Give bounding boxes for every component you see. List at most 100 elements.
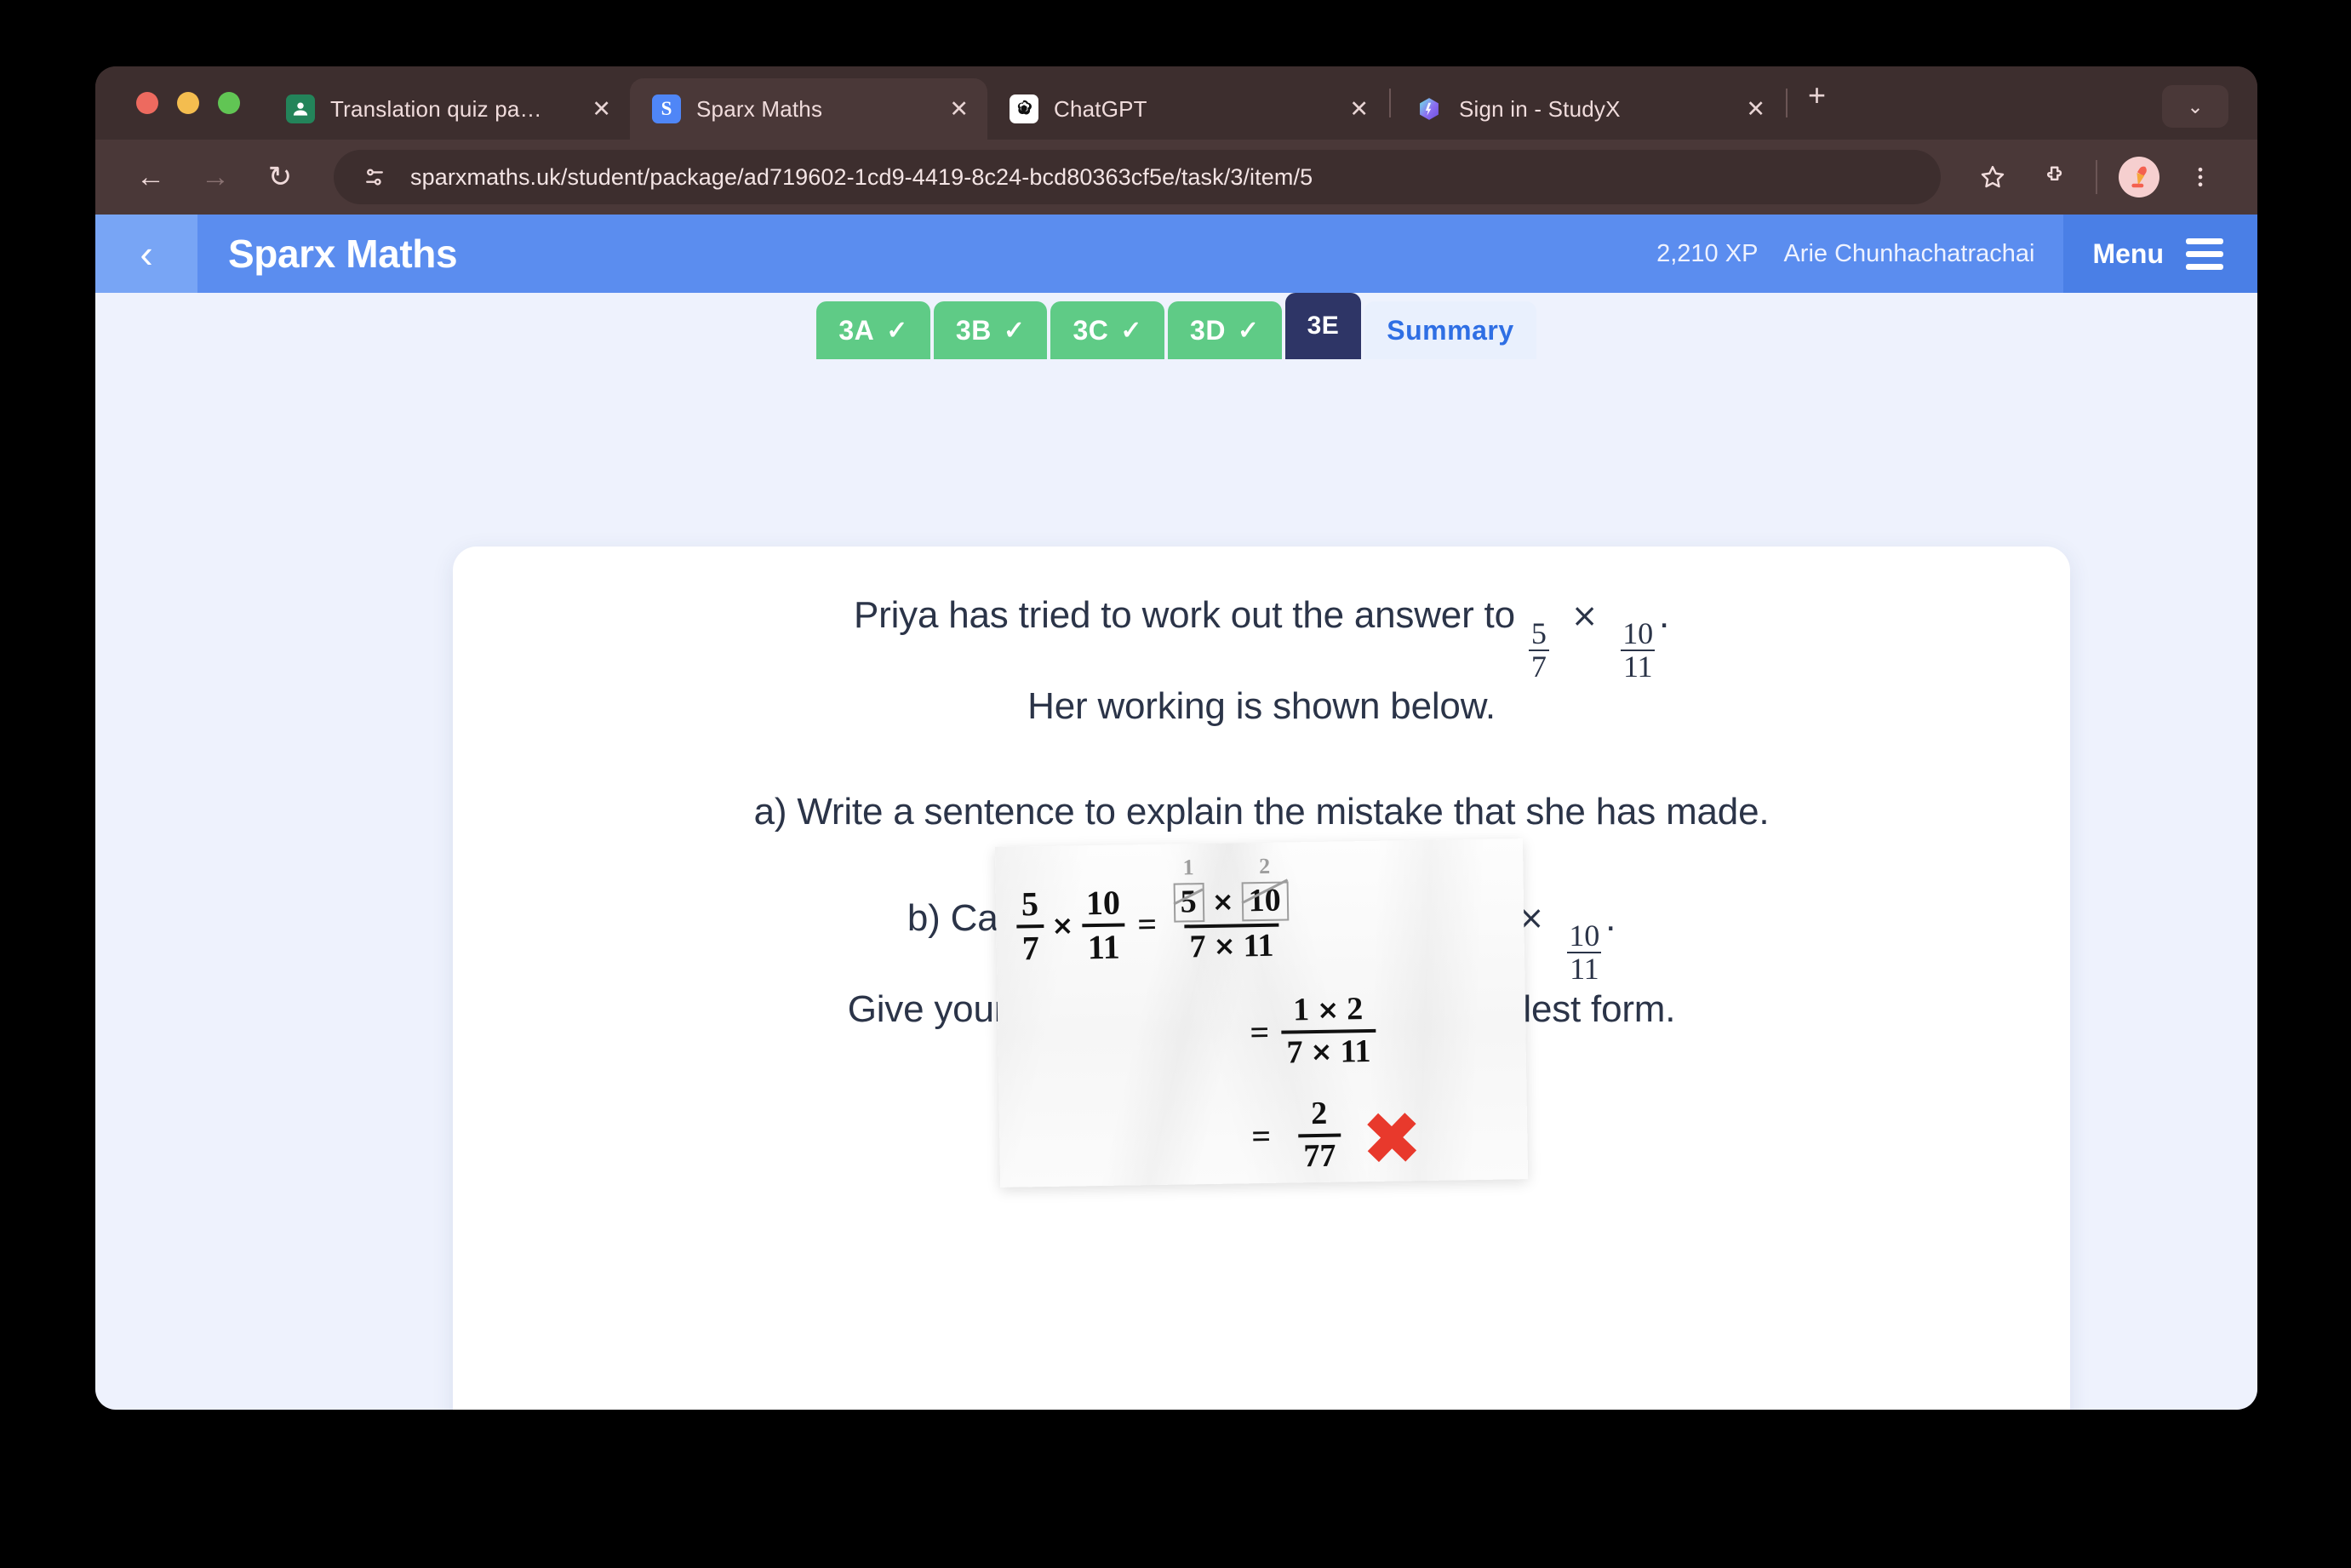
- browser-tab-chatgpt[interactable]: ChatGPT ✕: [987, 78, 1387, 140]
- address-bar[interactable]: sparxmaths.uk/student/package/ad719602-1…: [334, 150, 1941, 204]
- bookmark-star-icon[interactable]: [1965, 149, 2021, 205]
- cancel-note-two: 2: [1258, 853, 1271, 879]
- fraction-denominator: 11: [1620, 649, 1656, 683]
- question-intro: Priya has tried to work out the answer t…: [453, 591, 2070, 731]
- step-label: Summary: [1387, 314, 1514, 346]
- app-brand-title: Sparx Maths: [228, 232, 458, 276]
- den-second: 11: [1243, 927, 1274, 964]
- forward-button[interactable]: →: [186, 147, 245, 207]
- cancel-note-one: 1: [1182, 855, 1194, 880]
- fraction-denominator: 7 × 11: [1184, 923, 1279, 964]
- step-tab-3c[interactable]: 3C ✓: [1050, 301, 1165, 359]
- fraction-numerator: 10: [1569, 918, 1600, 953]
- step-label: 3E: [1307, 312, 1340, 340]
- question-intro-period: .: [1658, 594, 1669, 636]
- step-tab-3b[interactable]: 3B ✓: [933, 301, 1048, 359]
- toolbar-divider: [2096, 160, 2097, 194]
- working-line-1: 5 7 × 10 11 = 5 1 × 10 2 7 × 11: [1016, 854, 1295, 967]
- close-window-button[interactable]: [136, 92, 158, 114]
- step-tab-3d[interactable]: 3D ✓: [1168, 301, 1282, 359]
- den-first: 7: [1189, 928, 1206, 964]
- app-back-button[interactable]: ‹: [95, 215, 197, 293]
- step-label: 3B: [955, 314, 992, 346]
- profile-avatar-button[interactable]: [2111, 149, 2167, 205]
- browser-tab-translation-quiz[interactable]: Translation quiz part 2 ✕: [264, 78, 630, 140]
- cancelled-five-value: 5: [1180, 884, 1198, 920]
- hamburger-icon: [2186, 237, 2223, 270]
- close-tab-icon[interactable]: ✕: [1712, 98, 1765, 121]
- multiply-icon: ×: [1310, 1036, 1333, 1068]
- sparx-icon: S: [652, 94, 681, 123]
- task-step-tabs: 3A ✓ 3B ✓ 3C ✓ 3D ✓ 3E Summary: [95, 293, 2257, 359]
- browser-tab-studyx[interactable]: Sign in - StudyX ✕: [1393, 78, 1784, 140]
- close-tab-icon[interactable]: ✕: [1315, 98, 1369, 121]
- question-part-b-period: .: [1605, 896, 1616, 939]
- menu-button[interactable]: Menu: [2063, 215, 2257, 293]
- num-first: 1: [1292, 992, 1310, 1028]
- cancelled-ten: 10 2: [1241, 854, 1290, 921]
- working-line-3: = 2 77 ✖: [1239, 1096, 1423, 1182]
- step-label: 3D: [1190, 314, 1226, 346]
- maximize-window-button[interactable]: [218, 92, 240, 114]
- check-icon: ✓: [1003, 316, 1026, 345]
- minimize-window-button[interactable]: [177, 92, 199, 114]
- fraction-five-sevenths: 5 7: [1528, 615, 1549, 683]
- multiply-icon: ×: [1211, 886, 1234, 918]
- fraction-denominator: 11: [1082, 923, 1125, 966]
- menu-label: Menu: [2092, 237, 2164, 269]
- tab-title: Sign in - StudyX: [1459, 95, 1621, 122]
- tab-title: ChatGPT: [1054, 95, 1147, 122]
- avatar: [2119, 157, 2159, 197]
- fraction-numerator: 10: [1085, 883, 1121, 923]
- fraction-numerator: 5: [1530, 615, 1547, 650]
- cancelled-five: 5 1: [1173, 855, 1205, 923]
- fraction-ten-elevenths: 10 11: [1620, 617, 1656, 683]
- fraction-numerator: 5 1 × 10 2: [1168, 854, 1294, 924]
- question-intro-text: Priya has tried to work out the answer t…: [854, 594, 1515, 636]
- step-label: 3A: [838, 314, 875, 346]
- header-right-group: 2,210 XP Arie Chunhachatrachai Menu: [1656, 215, 2257, 293]
- multiply-icon: ×: [1051, 909, 1074, 941]
- browser-tab-strip: Translation quiz part 2 ✕ S Sparx Maths …: [95, 66, 2257, 140]
- browser-window: Translation quiz part 2 ✕ S Sparx Maths …: [95, 66, 2257, 1410]
- multiply-icon: ×: [1316, 994, 1340, 1026]
- incorrect-cross-icon: ✖: [1360, 1096, 1423, 1182]
- fraction-denominator: 7: [1528, 649, 1549, 683]
- step-tab-3e[interactable]: 3E: [1284, 293, 1362, 359]
- browser-menu-kebab-icon[interactable]: [2172, 149, 2228, 205]
- user-name-label: Arie Chunhachatrachai: [1783, 239, 2035, 267]
- extensions-puzzle-icon[interactable]: [2026, 149, 2082, 205]
- fraction-numerator: 1 × 2: [1288, 991, 1369, 1030]
- working-answer-fraction: 2 77: [1297, 1096, 1341, 1174]
- den-first: 7: [1286, 1033, 1303, 1071]
- sparx-page: ‹ Sparx Maths 2,210 XP Arie Chunhachatra…: [95, 215, 2257, 1410]
- check-icon: ✓: [886, 316, 908, 345]
- working-fraction-simplified: 1 × 2 7 × 11: [1280, 991, 1376, 1071]
- num-second: 2: [1346, 991, 1364, 1027]
- multiply-icon: ×: [1213, 930, 1236, 963]
- working-fraction-5-7: 5 7: [1016, 884, 1045, 967]
- equals-sign: =: [1250, 1116, 1272, 1156]
- step-tab-summary[interactable]: Summary: [1364, 301, 1536, 359]
- step-tab-3a[interactable]: 3A ✓: [816, 301, 930, 359]
- close-tab-icon[interactable]: ✕: [558, 98, 611, 121]
- chatgpt-icon: [1010, 94, 1038, 123]
- check-icon: ✓: [1120, 316, 1143, 345]
- new-tab-button[interactable]: +: [1789, 80, 1845, 111]
- back-button[interactable]: ←: [121, 147, 180, 207]
- question-intro-line2: Her working is shown below.: [1027, 685, 1496, 728]
- url-text[interactable]: sparxmaths.uk/student/package/ad719602-1…: [410, 164, 1313, 191]
- equals-sign: =: [1250, 1012, 1270, 1052]
- close-tab-icon[interactable]: ✕: [915, 98, 969, 121]
- site-settings-icon[interactable]: [358, 160, 392, 194]
- working-fraction-10-11: 10 11: [1081, 883, 1126, 966]
- tab-title: Sparx Maths: [696, 95, 823, 122]
- fraction-denominator: 11: [1567, 952, 1602, 985]
- working-fraction-expanded: 5 1 × 10 2 7 × 11: [1168, 854, 1294, 964]
- browser-tab-sparx-maths[interactable]: S Sparx Maths ✕: [630, 78, 987, 140]
- reload-button[interactable]: ↻: [250, 147, 310, 207]
- classroom-icon: [286, 94, 315, 123]
- tab-list-chevron-down-icon[interactable]: ⌄: [2162, 85, 2228, 128]
- equals-sign: =: [1136, 904, 1158, 944]
- multiply-icon: ×: [1570, 596, 1599, 634]
